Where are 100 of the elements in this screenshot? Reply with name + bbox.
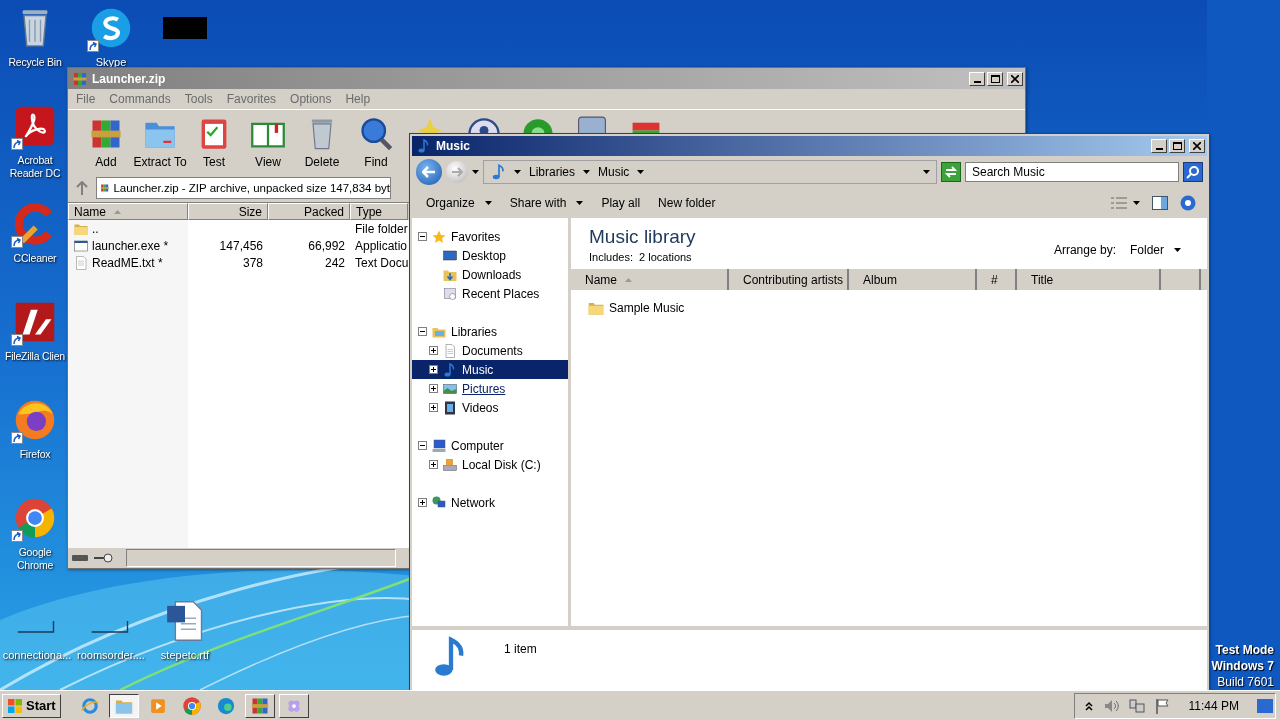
search-button[interactable] (1183, 162, 1203, 182)
chat-app-icon[interactable] (89, 6, 133, 50)
caret-icon (637, 170, 645, 174)
expand-toggle[interactable] (418, 232, 427, 241)
flag-icon[interactable] (1154, 697, 1171, 714)
table-cell: File folder (355, 221, 408, 236)
column-header[interactable]: Album (849, 269, 977, 290)
toolbar-button[interactable]: Extract To (133, 110, 187, 174)
file-name[interactable]: Sample Music (609, 301, 685, 315)
back-arrow-icon (422, 166, 436, 178)
column-header[interactable]: Size (188, 203, 268, 220)
nav-item[interactable]: Favorites (412, 227, 568, 246)
nav-item[interactable]: Downloads (412, 265, 568, 284)
command-button[interactable]: Organize (418, 192, 500, 214)
command-button[interactable]: New folder (650, 192, 724, 214)
nav-item[interactable]: Libraries (412, 322, 568, 341)
menu-item[interactable]: Tools (184, 92, 213, 106)
expand-toggle[interactable] (418, 498, 427, 507)
minimize-button[interactable] (969, 71, 985, 86)
icon-label: Firefox (18, 448, 52, 461)
drive-icon (72, 554, 88, 562)
toolbar-button[interactable]: Add (79, 110, 133, 174)
menu-item[interactable]: Help (345, 92, 371, 106)
breadcrumb-item[interactable]: Music (596, 165, 632, 179)
search-icon (1186, 165, 1200, 179)
nav-item[interactable]: Recent Places (412, 284, 568, 303)
search-field[interactable]: Search Music (965, 162, 1179, 182)
column-header[interactable]: Name (571, 269, 729, 290)
path-field[interactable]: Launcher.zip - ZIP archive, unpacked size 147,834 byt (96, 177, 391, 199)
nav-item[interactable]: Desktop (412, 246, 568, 265)
menu-item[interactable]: File (76, 92, 96, 106)
column-header[interactable]: Name (68, 203, 188, 220)
icon-label: Skype (94, 56, 128, 69)
column-header[interactable]: # (977, 269, 1017, 290)
nav-item[interactable]: Documents (412, 341, 568, 360)
maximize-button[interactable] (987, 71, 1003, 86)
table-cell: Applicatio (355, 238, 408, 253)
arrange-dropdown[interactable]: Folder (1122, 239, 1189, 261)
menu-item[interactable]: Favorites (226, 92, 277, 106)
nav-item[interactable]: Music (412, 360, 568, 379)
expand-toggle[interactable] (429, 460, 438, 469)
sort-arrow-icon (625, 277, 632, 282)
nav-item[interactable]: Local Disk (C:) (412, 455, 568, 474)
minimize-icon (973, 80, 981, 83)
expand-toggle[interactable] (418, 441, 427, 450)
menu-item[interactable]: Options (290, 92, 332, 106)
expand-toggle[interactable] (429, 365, 438, 374)
toolbar-button[interactable]: Delete (295, 110, 349, 174)
pdf-reader-icon[interactable] (13, 104, 57, 148)
chevron-up-icon[interactable] (1084, 700, 1093, 711)
command-button[interactable]: Play all (593, 192, 649, 214)
command-button[interactable]: Share with (501, 192, 592, 214)
toolbar-button[interactable]: View (241, 110, 295, 174)
up-arrow-icon[interactable] (76, 181, 88, 195)
column-header[interactable]: Type (350, 203, 408, 220)
library-title: Music library (589, 226, 696, 248)
maximize-icon (1172, 142, 1182, 150)
toolbar-button[interactable]: Test (187, 110, 241, 174)
close-button[interactable] (1189, 139, 1205, 153)
locations-link[interactable]: 2 locations (639, 251, 692, 263)
table-cell: launcher.exe * (92, 238, 169, 253)
expand-toggle[interactable] (418, 327, 427, 336)
text-file-icon (73, 254, 89, 271)
taskbar-button[interactable] (108, 693, 139, 718)
toolbar-button[interactable]: Find (349, 110, 403, 174)
column-header[interactable]: Title (1017, 269, 1161, 290)
expand-toggle[interactable] (429, 346, 438, 355)
close-button[interactable] (1007, 71, 1023, 86)
expand-toggle[interactable] (429, 403, 438, 412)
expand-toggle[interactable] (429, 384, 438, 393)
clock[interactable]: 11:44 PM (1188, 698, 1239, 713)
list-view-icon (1111, 197, 1127, 209)
refresh-button[interactable] (941, 162, 961, 182)
nav-item[interactable]: Computer (412, 436, 568, 455)
network-icon[interactable] (1128, 697, 1145, 714)
column-header[interactable]: Packed (268, 203, 350, 220)
caret-icon (576, 201, 584, 205)
browser-icon[interactable] (13, 496, 57, 540)
item-count: 1 item (504, 642, 537, 656)
maximize-button[interactable] (1169, 139, 1185, 153)
minimize-button[interactable] (1151, 139, 1167, 153)
menu-item[interactable]: Commands (109, 92, 171, 106)
test-mode-text: Test Mode (1215, 642, 1274, 658)
start-button[interactable]: Start (2, 693, 61, 718)
preview-pane-icon (1152, 196, 1168, 210)
breadcrumb-item[interactable]: Libraries (527, 165, 578, 179)
column-header[interactable]: Contributing artists (729, 269, 849, 290)
table-cell: ReadME.txt * (92, 255, 163, 270)
key-icon (94, 553, 114, 563)
nav-item[interactable]: Videos (412, 398, 568, 417)
close-icon (1011, 74, 1019, 83)
test-mode-text: Windows 7 (1211, 658, 1274, 674)
show-desktop-icon[interactable] (1257, 698, 1273, 713)
nav-item[interactable]: Pictures (412, 379, 568, 398)
browser-icon[interactable] (13, 398, 57, 442)
back-button[interactable] (416, 159, 442, 185)
ftp-client-icon[interactable] (13, 300, 57, 344)
nav-item[interactable]: Network (412, 493, 568, 512)
address-bar[interactable]: Libraries Music (483, 160, 937, 184)
film-icon (442, 399, 458, 416)
